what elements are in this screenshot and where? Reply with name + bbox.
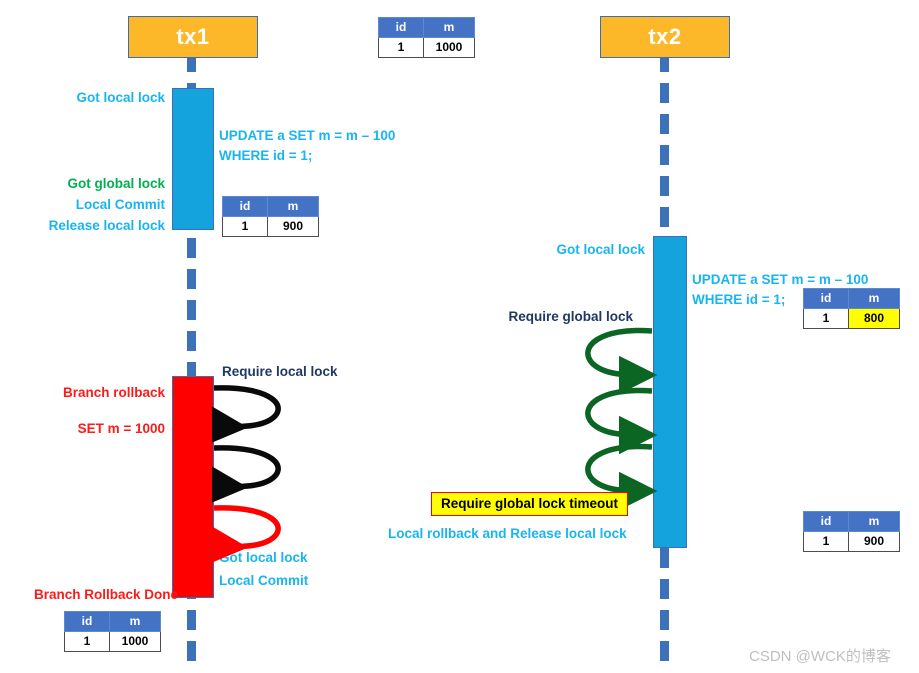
table-cell: 1 xyxy=(222,216,268,237)
table-cell: 1 xyxy=(378,37,424,58)
table-header-row: id m xyxy=(378,17,475,38)
label-tx1-got-local-lock: Got local lock xyxy=(76,90,165,105)
table-header-cell: m xyxy=(848,288,900,309)
activation-bar-tx1-rollback xyxy=(172,376,214,598)
table-row: 1 1000 xyxy=(378,37,475,58)
sql-tx1-line2: WHERE id = 1; xyxy=(219,148,313,164)
actor-label-tx2: tx2 xyxy=(648,24,682,49)
table-tx1-after-update: id m 1 900 xyxy=(222,196,319,237)
table-cell: 1000 xyxy=(423,37,475,58)
label-tx1-branch-rollback: Branch rollback xyxy=(62,385,165,400)
table-header-cell: m xyxy=(109,611,161,632)
callout-global-lock-timeout: Require global lock timeout xyxy=(431,492,629,516)
table-header-cell: id xyxy=(64,611,110,632)
label-tx1-got-global-lock: Got global lock xyxy=(67,176,165,191)
table-header-row: id m xyxy=(222,196,319,217)
table-tx2-dirty-value: id m 1 800 xyxy=(803,288,900,329)
table-initial-state: id m 1 1000 xyxy=(378,17,475,58)
table-cell: 900 xyxy=(267,216,319,237)
table-row: 1 800 xyxy=(803,308,900,329)
actor-header-tx1[interactable]: tx1 xyxy=(128,16,258,58)
activation-bar-tx2 xyxy=(653,236,687,548)
label-tx1-retry-got-local-lock: Got local lock xyxy=(219,550,308,565)
label-tx1-require-local-lock: Require local lock xyxy=(222,364,338,379)
table-header-row: id m xyxy=(803,511,900,532)
table-header-cell: id xyxy=(222,196,268,217)
watermark: CSDN @WCK的博客 xyxy=(749,648,891,665)
table-cell: 1 xyxy=(64,631,110,652)
table-row: 1 1000 xyxy=(64,631,161,652)
sql-tx1-line1: UPDATE a SET m = m – 100 xyxy=(219,128,396,143)
table-cell: 1 xyxy=(803,531,849,552)
label-tx1-branch-rollback-done: Branch Rollback Done xyxy=(33,587,178,602)
label-tx1-set-m: SET m = 1000 xyxy=(77,421,165,436)
table-header-cell: id xyxy=(378,17,424,38)
label-tx1-retry-local-commit: Local Commit xyxy=(219,573,309,588)
table-header-cell: m xyxy=(267,196,319,217)
actor-header-tx2[interactable]: tx2 xyxy=(600,16,730,58)
label-tx2-local-rollback: Local rollback and Release local lock xyxy=(388,526,627,541)
table-cell: 1 xyxy=(803,308,849,329)
table-row: 1 900 xyxy=(803,531,900,552)
table-cell: 900 xyxy=(848,531,900,552)
table-tx2-final-state: id m 1 900 xyxy=(803,511,900,552)
table-tx1-after-rollback: id m 1 1000 xyxy=(64,611,161,652)
label-tx2-require-global-lock: Require global lock xyxy=(508,309,633,324)
table-header-row: id m xyxy=(64,611,161,632)
table-header-cell: m xyxy=(423,17,475,38)
label-tx1-local-commit: Local Commit xyxy=(75,197,165,212)
table-row: 1 900 xyxy=(222,216,319,237)
actor-label-tx1: tx1 xyxy=(176,24,210,49)
table-header-cell: id xyxy=(803,288,849,309)
table-header-cell: id xyxy=(803,511,849,532)
table-cell-highlighted: 800 xyxy=(848,308,900,329)
table-cell: 1000 xyxy=(109,631,161,652)
activation-bar-tx1-update xyxy=(172,88,214,230)
sql-tx1-update: UPDATE a SET m = m – 100 WHERE id = 1; xyxy=(219,126,395,167)
label-tx2-got-local-lock: Got local lock xyxy=(556,242,645,257)
table-header-row: id m xyxy=(803,288,900,309)
label-tx1-release-local-lock: Release local lock xyxy=(48,218,165,233)
global-lock-retry-arrows-tx2 xyxy=(585,327,658,510)
table-header-cell: m xyxy=(848,511,900,532)
sequence-diagram-canvas: tx1 Got local lock UPDATE a SET m = m – … xyxy=(0,0,919,673)
